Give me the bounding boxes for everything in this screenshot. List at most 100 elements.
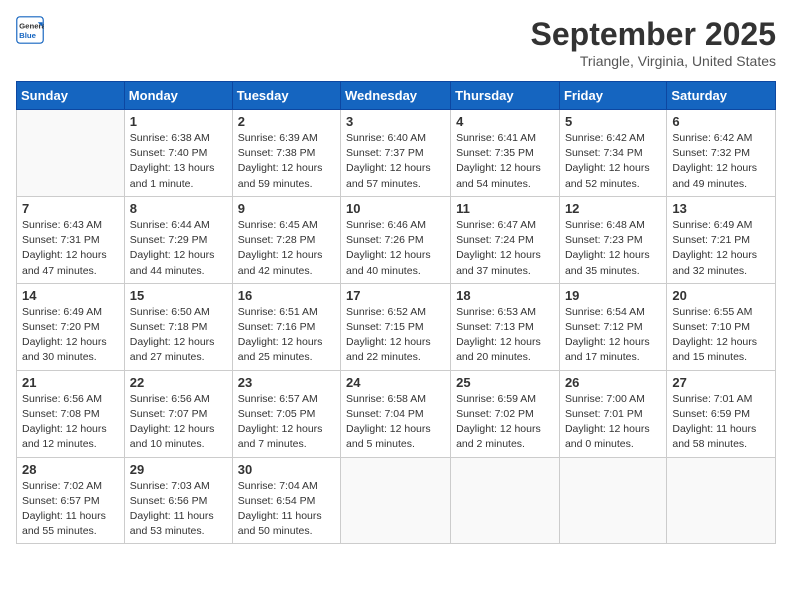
- day-number: 17: [346, 288, 445, 303]
- location: Triangle, Virginia, United States: [531, 53, 776, 69]
- day-detail: Sunrise: 6:56 AM Sunset: 7:07 PM Dayligh…: [130, 392, 227, 453]
- weekday-header-friday: Friday: [559, 82, 666, 110]
- day-detail: Sunrise: 6:40 AM Sunset: 7:37 PM Dayligh…: [346, 131, 445, 192]
- day-number: 11: [456, 201, 554, 216]
- day-cell: 11 Sunrise: 6:47 AM Sunset: 7:24 PM Dayli…: [451, 196, 560, 283]
- day-cell: 23Sunrise: 6:57 AM Sunset: 7:05 PM Dayli…: [232, 370, 340, 457]
- day-detail: Sunrise: 6:56 AM Sunset: 7:08 PM Dayligh…: [22, 392, 119, 453]
- day-number: 22: [130, 375, 227, 390]
- day-detail: Sunrise: 6:44 AM Sunset: 7:29 PM Dayligh…: [130, 218, 227, 279]
- day-cell: 18Sunrise: 6:53 AM Sunset: 7:13 PM Dayli…: [451, 283, 560, 370]
- day-detail: Sunrise: 7:03 AM Sunset: 6:56 PM Dayligh…: [130, 479, 227, 540]
- day-detail: Sunrise: 6:49 AM Sunset: 7:20 PM Dayligh…: [22, 305, 119, 366]
- day-detail: Sunrise: 6:59 AM Sunset: 7:02 PM Dayligh…: [456, 392, 554, 453]
- day-number: 6: [672, 114, 770, 129]
- day-number: 23: [238, 375, 335, 390]
- day-cell: 2 Sunrise: 6:39 AM Sunset: 7:38 PM Daylig…: [232, 110, 340, 197]
- day-cell: 30 Sunrise: 7:04 AM Sunset: 6:54 PM Dayli…: [232, 457, 340, 544]
- day-detail: Sunrise: 6:51 AM Sunset: 7:16 PM Dayligh…: [238, 305, 335, 366]
- week-row-1: 1 Sunrise: 6:38 AM Sunset: 7:40 PM Daylig…: [17, 110, 776, 197]
- day-detail: Sunrise: 6:39 AM Sunset: 7:38 PM Dayligh…: [238, 131, 335, 192]
- day-number: 19: [565, 288, 661, 303]
- day-number: 9: [238, 201, 335, 216]
- day-number: 1: [130, 114, 227, 129]
- day-cell: 6 Sunrise: 6:42 AM Sunset: 7:32 PM Daylig…: [667, 110, 776, 197]
- day-number: 16: [238, 288, 335, 303]
- day-cell: [451, 457, 560, 544]
- weekday-header-saturday: Saturday: [667, 82, 776, 110]
- day-cell: 26Sunrise: 7:00 AM Sunset: 7:01 PM Dayli…: [559, 370, 666, 457]
- day-cell: [341, 457, 451, 544]
- logo: General Blue: [16, 16, 44, 44]
- day-number: 5: [565, 114, 661, 129]
- day-detail: Sunrise: 7:00 AM Sunset: 7:01 PM Dayligh…: [565, 392, 661, 453]
- day-number: 3: [346, 114, 445, 129]
- svg-text:Blue: Blue: [19, 31, 37, 40]
- day-number: 28: [22, 462, 119, 477]
- day-detail: Sunrise: 6:41 AM Sunset: 7:35 PM Dayligh…: [456, 131, 554, 192]
- day-cell: 29 Sunrise: 7:03 AM Sunset: 6:56 PM Dayli…: [124, 457, 232, 544]
- day-number: 21: [22, 375, 119, 390]
- day-cell: 3 Sunrise: 6:40 AM Sunset: 7:37 PM Daylig…: [341, 110, 451, 197]
- day-detail: Sunrise: 6:48 AM Sunset: 7:23 PM Dayligh…: [565, 218, 661, 279]
- day-detail: Sunrise: 6:38 AM Sunset: 7:40 PM Dayligh…: [130, 131, 227, 192]
- day-cell: 17 Sunrise: 6:52 AM Sunset: 7:15 PM Dayli…: [341, 283, 451, 370]
- day-cell: [667, 457, 776, 544]
- week-row-4: 21 Sunrise: 6:56 AM Sunset: 7:08 PM Dayli…: [17, 370, 776, 457]
- day-cell: [559, 457, 666, 544]
- weekday-header-sunday: Sunday: [17, 82, 125, 110]
- day-number: 20: [672, 288, 770, 303]
- day-number: 10: [346, 201, 445, 216]
- title-block: September 2025 Triangle, Virginia, Unite…: [531, 16, 776, 69]
- day-cell: 8 Sunrise: 6:44 AM Sunset: 7:29 PM Daylig…: [124, 196, 232, 283]
- day-number: 7: [22, 201, 119, 216]
- day-cell: 16 Sunrise: 6:51 AM Sunset: 7:16 PM Dayli…: [232, 283, 340, 370]
- day-cell: 27 Sunrise: 7:01 AM Sunset: 6:59 PM Dayli…: [667, 370, 776, 457]
- day-cell: 19 Sunrise: 6:54 AM Sunset: 7:12 PM Dayli…: [559, 283, 666, 370]
- day-detail: Sunrise: 6:47 AM Sunset: 7:24 PM Dayligh…: [456, 218, 554, 279]
- day-cell: 13 Sunrise: 6:49 AM Sunset: 7:21 PM Dayli…: [667, 196, 776, 283]
- day-cell: 5 Sunrise: 6:42 AM Sunset: 7:34 PM Daylig…: [559, 110, 666, 197]
- day-cell: 24 Sunrise: 6:58 AM Sunset: 7:04 PM Dayli…: [341, 370, 451, 457]
- day-number: 4: [456, 114, 554, 129]
- day-cell: 10Sunrise: 6:46 AM Sunset: 7:26 PM Dayli…: [341, 196, 451, 283]
- day-detail: Sunrise: 7:01 AM Sunset: 6:59 PM Dayligh…: [672, 392, 770, 453]
- weekday-header-tuesday: Tuesday: [232, 82, 340, 110]
- day-number: 2: [238, 114, 335, 129]
- day-detail: Sunrise: 6:42 AM Sunset: 7:32 PM Dayligh…: [672, 131, 770, 192]
- day-detail: Sunrise: 6:54 AM Sunset: 7:12 PM Dayligh…: [565, 305, 661, 366]
- day-number: 30: [238, 462, 335, 477]
- weekday-header-thursday: Thursday: [451, 82, 560, 110]
- weekday-header-row: SundayMondayTuesdayWednesdayThursdayFrid…: [17, 82, 776, 110]
- day-detail: Sunrise: 6:42 AM Sunset: 7:34 PM Dayligh…: [565, 131, 661, 192]
- day-cell: 20Sunrise: 6:55 AM Sunset: 7:10 PM Dayli…: [667, 283, 776, 370]
- week-row-3: 14Sunrise: 6:49 AM Sunset: 7:20 PM Dayli…: [17, 283, 776, 370]
- day-number: 27: [672, 375, 770, 390]
- day-number: 8: [130, 201, 227, 216]
- page-header: General Blue September 2025 Triangle, Vi…: [16, 16, 776, 69]
- day-detail: Sunrise: 6:49 AM Sunset: 7:21 PM Dayligh…: [672, 218, 770, 279]
- logo-icon: General Blue: [16, 16, 44, 44]
- day-cell: 22 Sunrise: 6:56 AM Sunset: 7:07 PM Dayli…: [124, 370, 232, 457]
- day-cell: [17, 110, 125, 197]
- day-cell: 15Sunrise: 6:50 AM Sunset: 7:18 PM Dayli…: [124, 283, 232, 370]
- day-detail: Sunrise: 6:58 AM Sunset: 7:04 PM Dayligh…: [346, 392, 445, 453]
- day-number: 12: [565, 201, 661, 216]
- day-detail: Sunrise: 6:45 AM Sunset: 7:28 PM Dayligh…: [238, 218, 335, 279]
- day-number: 25: [456, 375, 554, 390]
- day-cell: 28Sunrise: 7:02 AM Sunset: 6:57 PM Dayli…: [17, 457, 125, 544]
- day-number: 18: [456, 288, 554, 303]
- day-cell: 25 Sunrise: 6:59 AM Sunset: 7:02 PM Dayli…: [451, 370, 560, 457]
- weekday-header-monday: Monday: [124, 82, 232, 110]
- month-title: September 2025: [531, 16, 776, 53]
- day-number: 13: [672, 201, 770, 216]
- day-cell: 7 Sunrise: 6:43 AM Sunset: 7:31 PM Daylig…: [17, 196, 125, 283]
- day-cell: 9 Sunrise: 6:45 AM Sunset: 7:28 PM Daylig…: [232, 196, 340, 283]
- day-detail: Sunrise: 7:04 AM Sunset: 6:54 PM Dayligh…: [238, 479, 335, 540]
- day-detail: Sunrise: 6:43 AM Sunset: 7:31 PM Dayligh…: [22, 218, 119, 279]
- day-number: 29: [130, 462, 227, 477]
- day-detail: Sunrise: 6:52 AM Sunset: 7:15 PM Dayligh…: [346, 305, 445, 366]
- day-cell: 4 Sunrise: 6:41 AM Sunset: 7:35 PM Daylig…: [451, 110, 560, 197]
- day-cell: 1 Sunrise: 6:38 AM Sunset: 7:40 PM Daylig…: [124, 110, 232, 197]
- day-number: 24: [346, 375, 445, 390]
